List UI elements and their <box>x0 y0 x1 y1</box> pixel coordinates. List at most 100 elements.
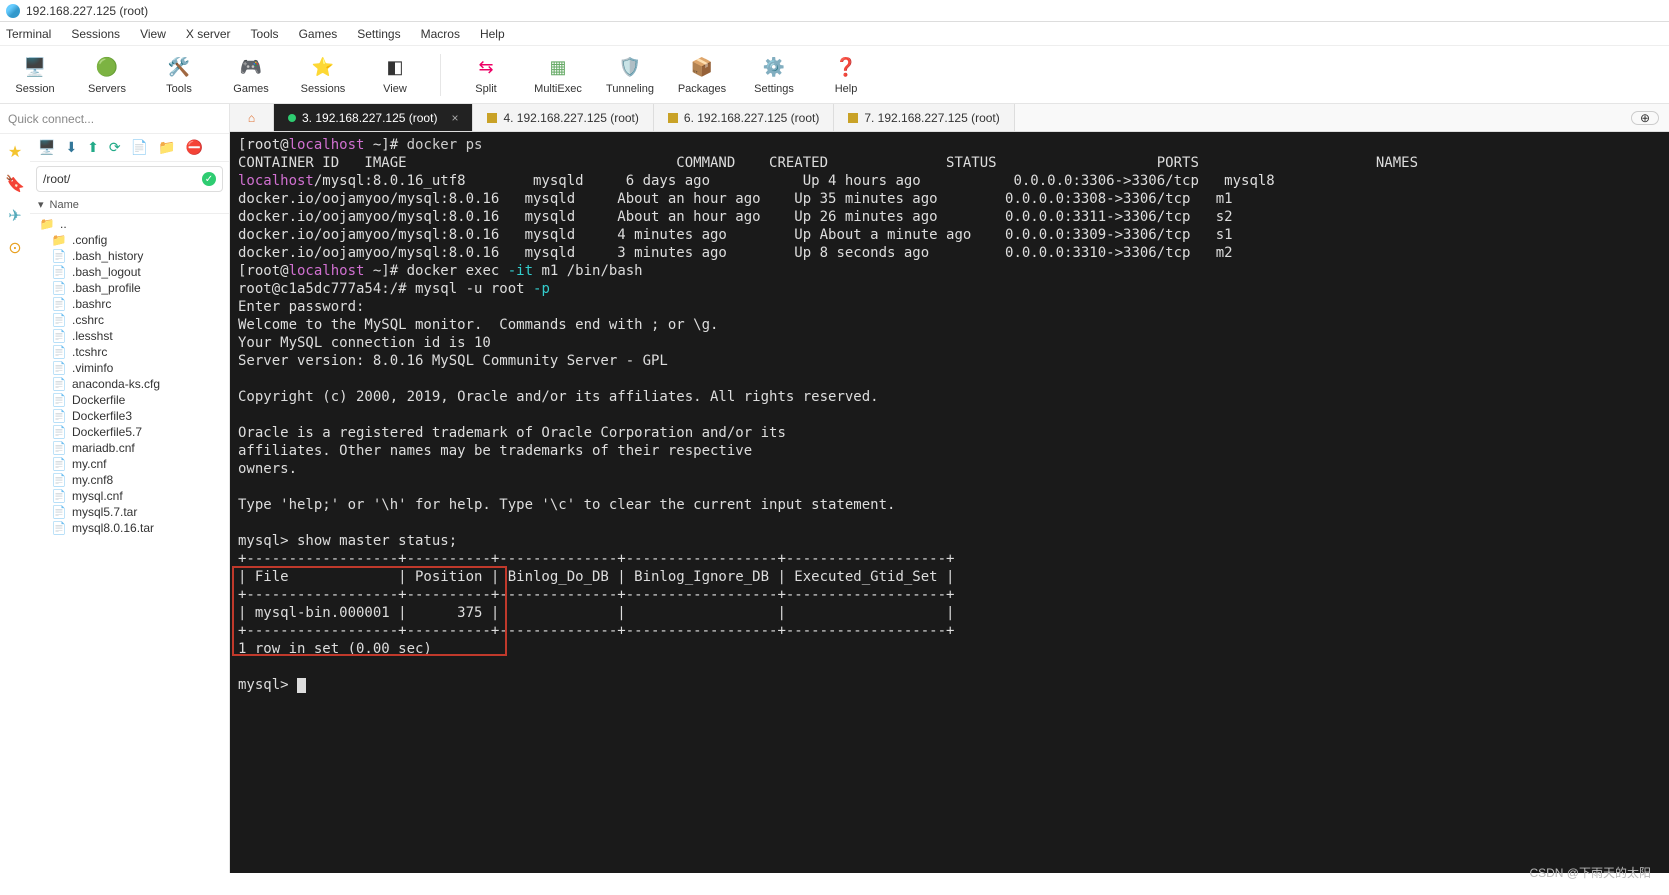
quick-connect-placeholder: Quick connect... <box>8 112 94 126</box>
sessions-icon: ⭐ <box>310 55 336 81</box>
list-item[interactable]: 📄.lesshst <box>30 328 229 344</box>
side-icon-0[interactable]: ★ <box>8 142 22 162</box>
file-icon: 📄 <box>52 489 66 503</box>
toolbar-label: Tools <box>166 83 192 95</box>
menu-settings[interactable]: Settings <box>357 27 400 41</box>
file-list-header[interactable]: ▾ Name <box>30 196 229 214</box>
list-item[interactable]: 📄my.cnf <box>30 456 229 472</box>
toolbar-packages[interactable]: 📦Packages <box>675 55 729 95</box>
list-item[interactable]: 📄Dockerfile5.7 <box>30 424 229 440</box>
toolbar-label: Games <box>233 83 268 95</box>
menu-help[interactable]: Help <box>480 27 505 41</box>
menu-terminal[interactable]: Terminal <box>6 27 51 41</box>
file-name: .cshrc <box>72 313 104 327</box>
toolbar-servers[interactable]: 🟢Servers <box>80 55 134 95</box>
toolbar-settings[interactable]: ⚙️Settings <box>747 55 801 95</box>
toolbar-label: Tunneling <box>606 83 654 95</box>
toolbar-label: View <box>383 83 407 95</box>
tab-session[interactable]: 6. 192.168.227.125 (root) <box>654 104 834 131</box>
list-item[interactable]: 📄anaconda-ks.cfg <box>30 376 229 392</box>
toolbar-label: Session <box>15 83 54 95</box>
menu-tools[interactable]: Tools <box>251 27 279 41</box>
header-name-label: Name <box>50 199 79 211</box>
left-panel: Quick connect... ★🔖✈⊙ 🖥️⬇⬆⟳📄📁⛔ /root/ ✓ … <box>0 104 230 873</box>
file-name: anaconda-ks.cfg <box>72 377 160 391</box>
toolbar-multiexec[interactable]: ▦MultiExec <box>531 55 585 95</box>
list-item[interactable]: 📄my.cnf8 <box>30 472 229 488</box>
list-item[interactable]: 📄Dockerfile3 <box>30 408 229 424</box>
file-toolbar-icon-4[interactable]: 📄 <box>131 139 148 156</box>
session-icon: 🖥️ <box>22 55 48 81</box>
side-icon-strip: ★ 🔖 ✈ ⊙ <box>0 134 30 873</box>
side-icon-3[interactable]: ⊙ <box>8 238 21 258</box>
list-item[interactable]: 📄.bash_profile <box>30 280 229 296</box>
path-text: /root/ <box>43 172 70 186</box>
file-toolbar-icon-0[interactable]: 🖥️ <box>38 139 55 156</box>
file-toolbar-icon-2[interactable]: ⬆ <box>87 139 99 156</box>
tools-icon: 🛠️ <box>166 55 192 81</box>
list-item[interactable]: 📄 Dockerfile <box>30 392 229 408</box>
file-toolbar-icon-6[interactable]: ⛔ <box>186 139 203 156</box>
menu-x-server[interactable]: X server <box>186 27 231 41</box>
side-icon-2[interactable]: ✈ <box>8 206 21 226</box>
list-item[interactable]: 📄mysql5.7.tar <box>30 504 229 520</box>
menu-sessions[interactable]: Sessions <box>71 27 120 41</box>
file-icon: 📄 <box>52 249 66 263</box>
toolbar-split[interactable]: ⇆ Split <box>459 55 513 95</box>
file-icon: 📄 <box>52 329 66 343</box>
list-item[interactable]: 📄.bashrc <box>30 296 229 312</box>
status-dot-icon <box>288 114 296 122</box>
toolbar-label: Split <box>475 83 496 95</box>
tab-session[interactable]: 7. 192.168.227.125 (root) <box>834 104 1014 131</box>
session-sq-icon <box>668 113 678 123</box>
watermark: CSDN @下雨天的太阳 <box>1529 864 1651 881</box>
file-list[interactable]: 📁..📁.config📄.bash_history📄.bash_logout📄.… <box>30 214 229 873</box>
list-item[interactable]: 📁.. <box>30 216 229 232</box>
file-icon: 📄 <box>52 473 66 487</box>
main-toolbar: 🖥️ Session 🟢Servers 🛠️ Tools 🎮Games ⭐Sessions ◧… <box>0 46 1669 104</box>
path-input[interactable]: /root/ ✓ <box>36 166 223 192</box>
tabs-action[interactable]: ⊕ <box>1621 104 1669 131</box>
list-item[interactable]: 📁.config <box>30 232 229 248</box>
list-item[interactable]: 📄.tcshrc <box>30 344 229 360</box>
side-icon-1[interactable]: 🔖 <box>5 174 25 194</box>
toolbar-games[interactable]: 🎮Games <box>224 55 278 95</box>
split-icon: ⇆ <box>473 55 499 81</box>
menu-games[interactable]: Games <box>299 27 338 41</box>
menu-macros[interactable]: Macros <box>421 27 460 41</box>
list-item[interactable]: 📄.cshrc <box>30 312 229 328</box>
file-toolbar-icon-1[interactable]: ⬇ <box>65 139 77 156</box>
file-icon: 📄 <box>52 505 66 519</box>
terminal[interactable]: [root@localhost ~]# docker ps CONTAINER … <box>230 132 1669 873</box>
toolbar-tunneling[interactable]: 🛡️Tunneling <box>603 55 657 95</box>
list-item[interactable]: 📄mysql.cnf <box>30 488 229 504</box>
file-toolbar-icon-3[interactable]: ⟳ <box>109 139 121 156</box>
file-icon: 📄 <box>52 393 66 407</box>
folder-icon: 📁 <box>40 217 54 231</box>
quick-connect-input[interactable]: Quick connect... <box>0 104 229 134</box>
list-item[interactable]: 📄.bash_history <box>30 248 229 264</box>
file-toolbar-icon-5[interactable]: 📁 <box>158 139 175 156</box>
app-icon <box>6 4 20 18</box>
header-toggle-icon[interactable]: ▾ <box>38 198 44 211</box>
tab-session[interactable]: 4. 192.168.227.125 (root) <box>473 104 653 131</box>
toolbar-sessions[interactable]: ⭐Sessions <box>296 55 350 95</box>
file-icon: 📄 <box>52 345 66 359</box>
file-icon: 📄 <box>52 361 66 375</box>
list-item[interactable]: 📄.viminfo <box>30 360 229 376</box>
toolbar-tools[interactable]: 🛠️ Tools <box>152 55 206 95</box>
list-item[interactable]: 📄mysql8.0.16.tar <box>30 520 229 536</box>
file-name: Dockerfile5.7 <box>72 425 142 439</box>
menu-view[interactable]: View <box>140 27 166 41</box>
toolbar-view[interactable]: ◧View <box>368 55 422 95</box>
tab-home[interactable]: ⌂ <box>230 104 274 131</box>
toolbar-label: Packages <box>678 83 726 95</box>
list-item[interactable]: 📄mariadb.cnf <box>30 440 229 456</box>
close-icon[interactable]: × <box>451 111 458 125</box>
toolbar-help[interactable]: ❓Help <box>819 55 873 95</box>
file-name: Dockerfile <box>72 393 125 407</box>
tab-session[interactable]: 3. 192.168.227.125 (root)× <box>274 104 473 131</box>
file-icon: 📄 <box>52 521 66 535</box>
toolbar-session[interactable]: 🖥️ Session <box>8 55 62 95</box>
list-item[interactable]: 📄.bash_logout <box>30 264 229 280</box>
